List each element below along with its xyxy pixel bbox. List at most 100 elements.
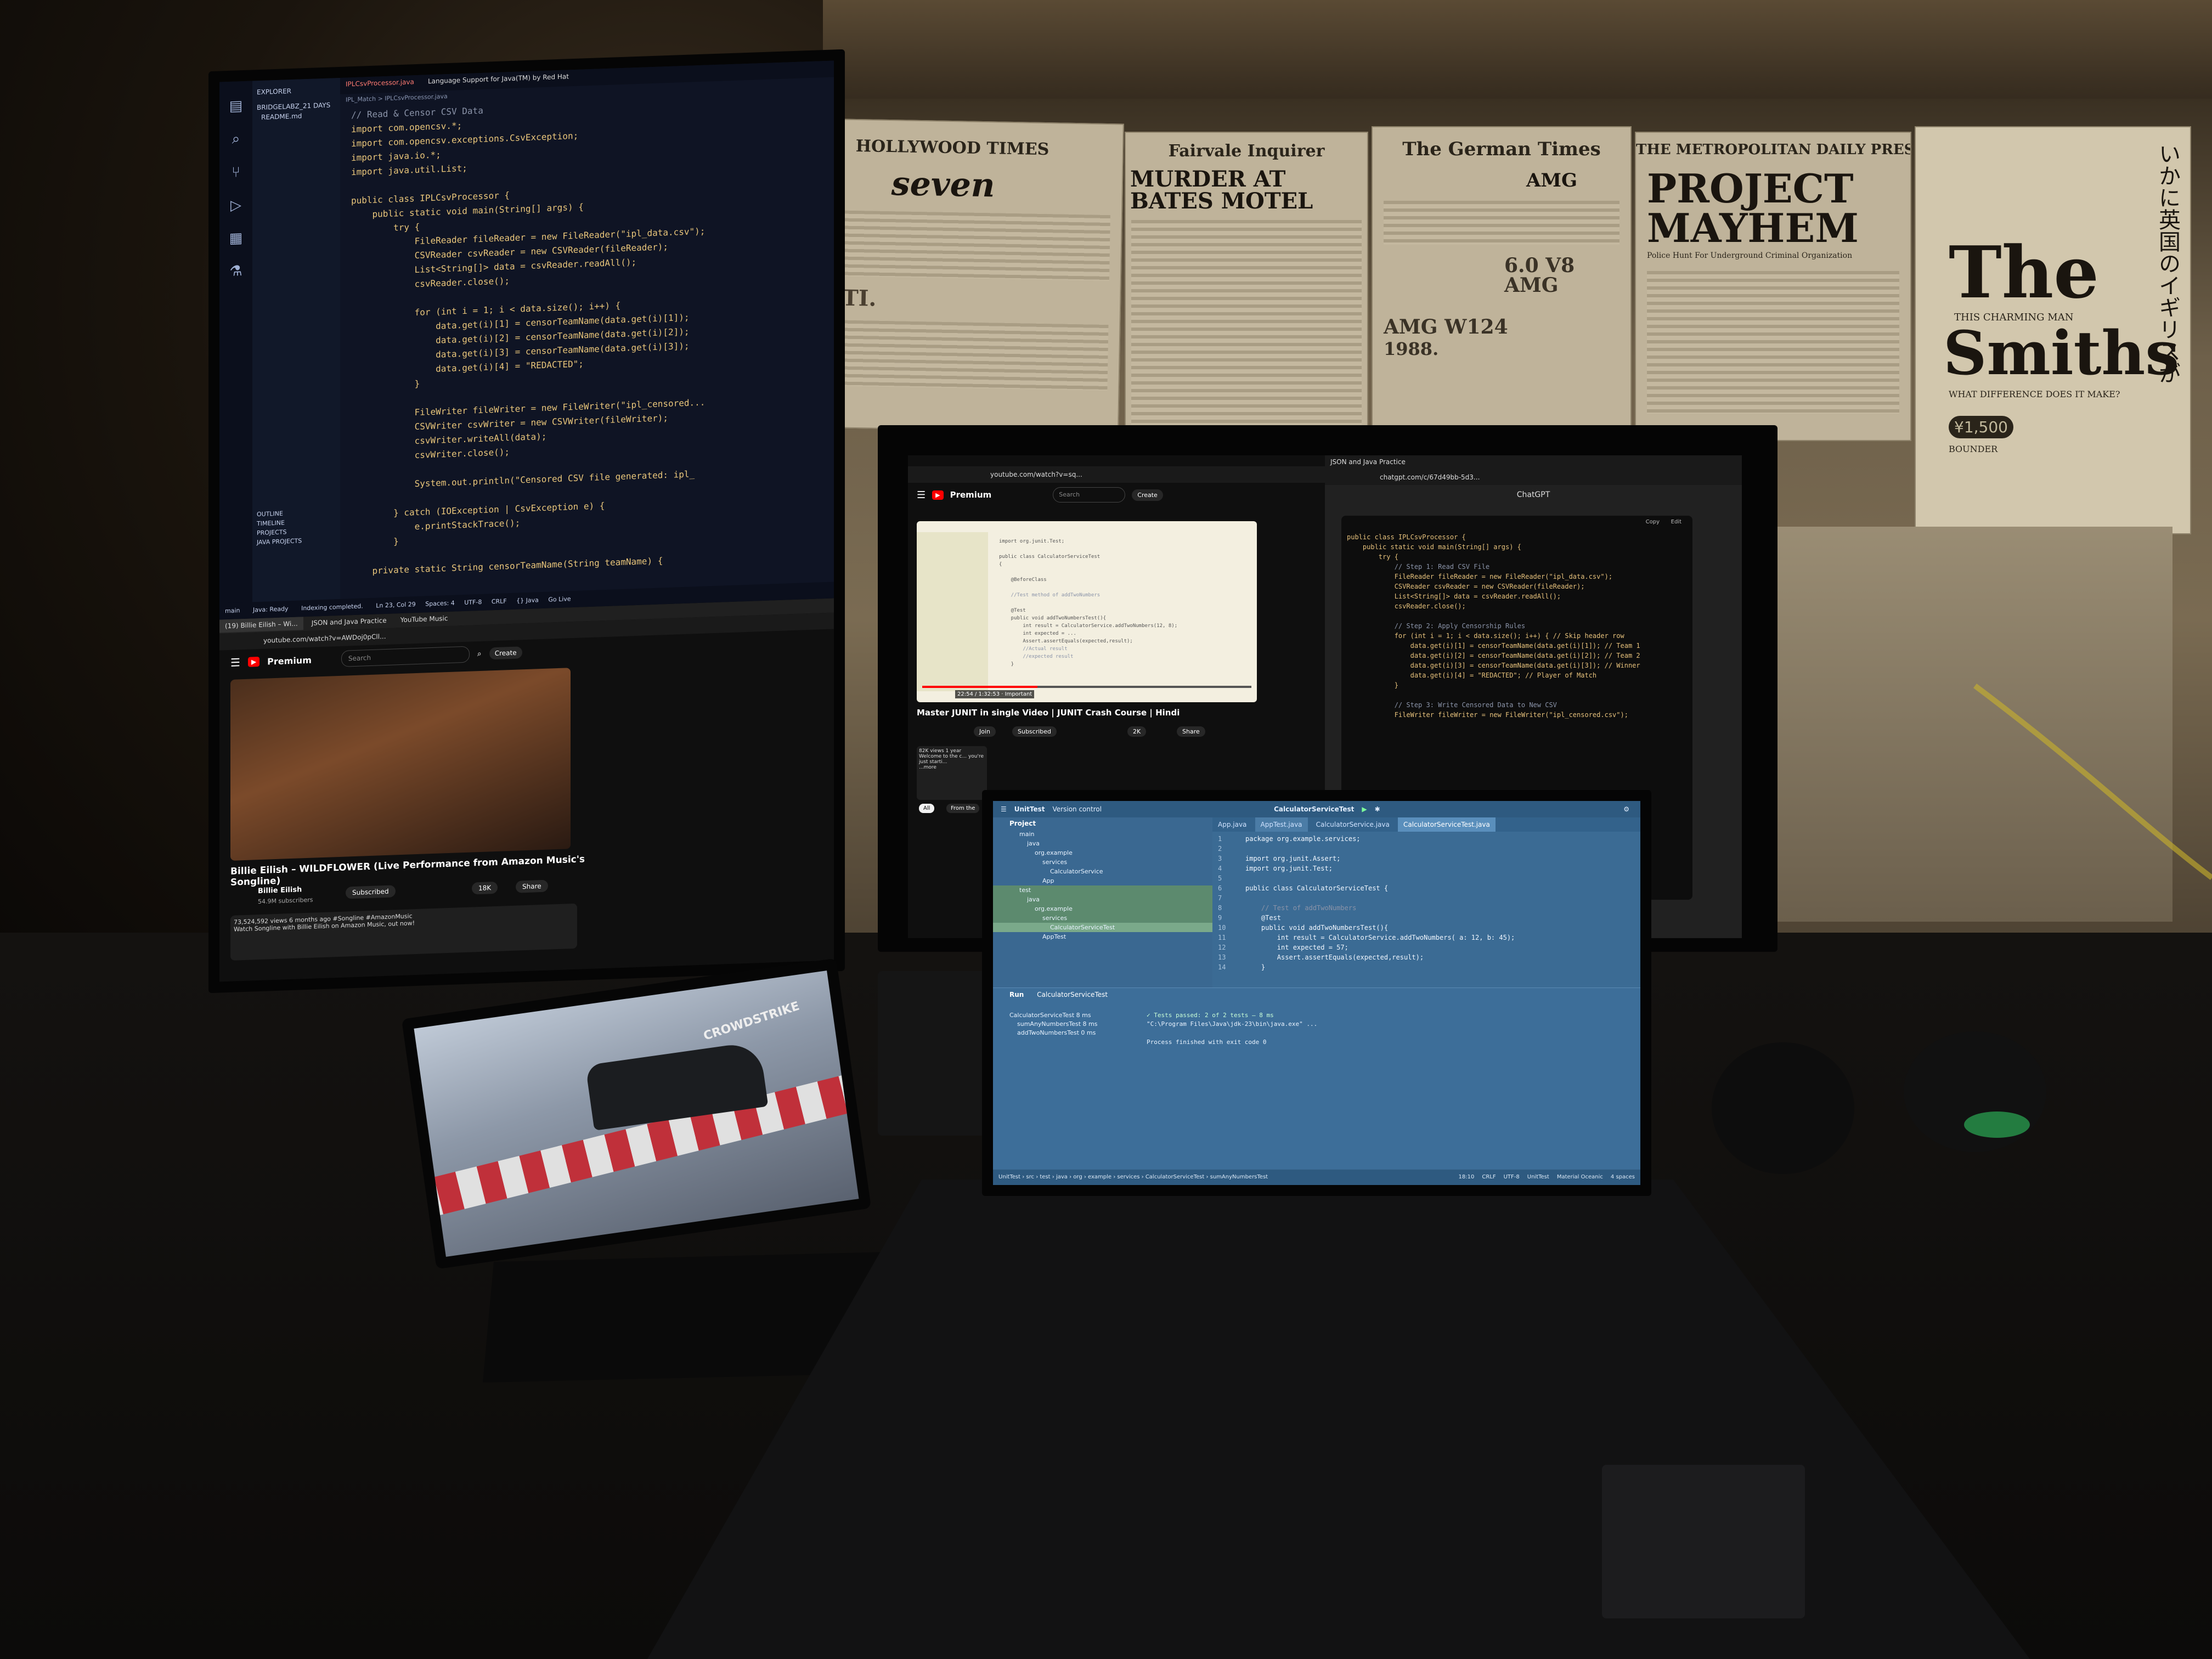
- settings-icon[interactable]: ⚙: [1623, 805, 1629, 813]
- description-more[interactable]: ...more: [919, 765, 985, 770]
- breadcrumb-item[interactable]: › test: [1034, 1174, 1050, 1180]
- tree-node[interactable]: org.example: [993, 904, 1212, 913]
- status-item[interactable]: CRLF: [1482, 1174, 1496, 1180]
- run-config-selector[interactable]: CalculatorServiceTest: [1274, 805, 1354, 813]
- edit-button[interactable]: Edit: [1671, 519, 1681, 525]
- tree-node[interactable]: java: [993, 839, 1212, 848]
- editor-tab[interactable]: IPLCsvProcessor.java: [340, 75, 420, 91]
- search-icon[interactable]: ⌕: [477, 650, 482, 658]
- youtube-logo-icon[interactable]: ▶: [247, 657, 260, 667]
- breadcrumb-item[interactable]: › java: [1051, 1174, 1068, 1180]
- eol-status[interactable]: CRLF: [492, 597, 507, 605]
- vcs-menu[interactable]: Version control: [1053, 805, 1102, 813]
- tree-node[interactable]: App: [993, 876, 1212, 885]
- status-item[interactable]: UTF-8: [1504, 1174, 1520, 1180]
- chip-all[interactable]: All: [919, 804, 935, 813]
- address-bar[interactable]: chatgpt.com/c/67d49bb-5d3...: [1325, 470, 1742, 485]
- projects-section[interactable]: PROJECTS: [257, 528, 302, 537]
- tree-node[interactable]: services: [993, 913, 1212, 923]
- debug-icon[interactable]: ✱: [1375, 805, 1380, 813]
- breadcrumb-item[interactable]: › example: [1082, 1174, 1111, 1180]
- premium-label[interactable]: Premium: [267, 654, 312, 667]
- go-live-button[interactable]: Go Live: [548, 595, 571, 603]
- browser-tab[interactable]: JSON and Java Practice: [306, 614, 392, 630]
- premium-label[interactable]: Premium: [950, 490, 992, 500]
- youtube-logo-icon[interactable]: ▶: [932, 490, 944, 500]
- java-status[interactable]: Java: Ready: [253, 605, 289, 613]
- subscribe-button[interactable]: Subscribed: [346, 885, 396, 899]
- project-label[interactable]: Project: [993, 817, 1212, 830]
- video-player[interactable]: [230, 668, 571, 861]
- test-node[interactable]: CalculatorServiceTest 8 ms: [1009, 1012, 1141, 1019]
- code-editor[interactable]: // Read & Censor CSV Data import com.open…: [351, 92, 828, 580]
- join-button[interactable]: Join: [974, 726, 996, 737]
- run-tab[interactable]: Run: [1009, 991, 1024, 998]
- address-bar[interactable]: youtube.com/watch?v=sq...: [908, 466, 1325, 483]
- language-status[interactable]: {} Java: [516, 596, 539, 604]
- browser-tab[interactable]: JSON and Java Practice: [1325, 455, 1411, 469]
- menu-icon[interactable]: ☰: [917, 489, 926, 501]
- editor-tab-active[interactable]: CalculatorServiceTest.java: [1397, 817, 1496, 832]
- status-item[interactable]: 18:10: [1459, 1174, 1475, 1180]
- create-button[interactable]: Create: [489, 646, 522, 660]
- breadcrumb-item[interactable]: › sumAnyNumbersTest: [1204, 1174, 1268, 1180]
- url-text[interactable]: chatgpt.com/c/67d49bb-5d3...: [1380, 473, 1480, 481]
- share-button[interactable]: Share: [516, 879, 548, 893]
- search-icon[interactable]: ⌕: [219, 130, 252, 148]
- create-button[interactable]: Create: [1132, 489, 1163, 501]
- files-icon[interactable]: ▤: [219, 97, 252, 115]
- search-input[interactable]: Search: [341, 646, 470, 667]
- main-menu-icon[interactable]: ☰: [1001, 805, 1007, 813]
- tree-node[interactable]: test: [993, 885, 1212, 895]
- url-text[interactable]: youtube.com/watch?v=sq...: [990, 471, 1082, 478]
- tree-node[interactable]: java: [993, 895, 1212, 904]
- flask-icon[interactable]: ⚗: [219, 262, 252, 280]
- breadcrumb-item[interactable]: UnitTest: [998, 1174, 1020, 1180]
- browser-tab[interactable]: YouTube Music: [395, 612, 454, 627]
- cursor-position[interactable]: Ln 23, Col 29: [376, 601, 416, 610]
- breadcrumb-item[interactable]: › org: [1068, 1174, 1082, 1180]
- test-node[interactable]: addTwoNumbersTest 0 ms: [1017, 1029, 1133, 1036]
- tree-node[interactable]: AppTest: [993, 932, 1212, 941]
- tree-node[interactable]: CalculatorService: [993, 867, 1212, 876]
- editor-tab[interactable]: App.java: [1212, 817, 1252, 832]
- explorer-file[interactable]: BRIDGELABZ_21 DAYS: [257, 101, 336, 111]
- menu-icon[interactable]: ☰: [230, 656, 240, 669]
- status-item[interactable]: 4 spaces: [1611, 1174, 1635, 1180]
- encoding-status[interactable]: UTF-8: [464, 599, 482, 606]
- copy-button[interactable]: Copy: [1646, 519, 1660, 525]
- tree-node[interactable]: main: [993, 830, 1212, 839]
- run-config-tab[interactable]: CalculatorServiceTest: [1037, 991, 1108, 998]
- code-editor[interactable]: package org.example.services; import org…: [1245, 834, 1629, 972]
- run-icon[interactable]: ▶: [1362, 805, 1367, 813]
- share-button[interactable]: Share: [1177, 726, 1205, 737]
- tree-node[interactable]: org.example: [993, 848, 1212, 857]
- editor-tab[interactable]: Language Support for Java(TM) by Red Hat: [422, 70, 574, 88]
- like-button[interactable]: 18K: [472, 881, 498, 895]
- video-progress-bar[interactable]: [922, 686, 1251, 688]
- source-control-icon[interactable]: ⑂: [219, 163, 252, 181]
- status-item[interactable]: UnitTest: [1527, 1174, 1549, 1180]
- run-debug-icon[interactable]: ▷: [219, 196, 252, 214]
- java-projects-section[interactable]: JAVA PROJECTS: [257, 537, 302, 546]
- outline-section[interactable]: OUTLINE: [257, 509, 302, 518]
- browser-tab[interactable]: (19) Billie Eilish – Wi...: [219, 617, 303, 633]
- explorer-file[interactable]: README.md: [261, 111, 331, 121]
- channel-name[interactable]: Billie Eilish: [258, 885, 302, 895]
- tree-node[interactable]: CalculatorServiceTest: [993, 923, 1212, 932]
- like-button[interactable]: 2K: [1127, 726, 1147, 737]
- url-text[interactable]: youtube.com/watch?v=AWDoj0pCll...: [263, 633, 386, 645]
- tablet-video[interactable]: CROWDSTRIKE: [414, 970, 859, 1257]
- video-player[interactable]: import org.junit.Test; public class Calc…: [917, 521, 1257, 702]
- extensions-icon[interactable]: ▦: [219, 229, 252, 247]
- indent-status[interactable]: Spaces: 4: [425, 600, 454, 608]
- status-item[interactable]: Material Oceanic: [1557, 1174, 1603, 1180]
- editor-tab[interactable]: CalculatorService.java: [1311, 817, 1395, 832]
- branch-status[interactable]: main: [225, 607, 240, 614]
- project-switcher[interactable]: UnitTest: [1014, 805, 1045, 813]
- tree-node[interactable]: services: [993, 857, 1212, 867]
- chip-from-the[interactable]: From the: [946, 804, 980, 813]
- breadcrumb-item[interactable]: › services: [1111, 1174, 1139, 1180]
- search-input[interactable]: Search: [1053, 487, 1126, 503]
- breadcrumb-item[interactable]: › src: [1020, 1174, 1034, 1180]
